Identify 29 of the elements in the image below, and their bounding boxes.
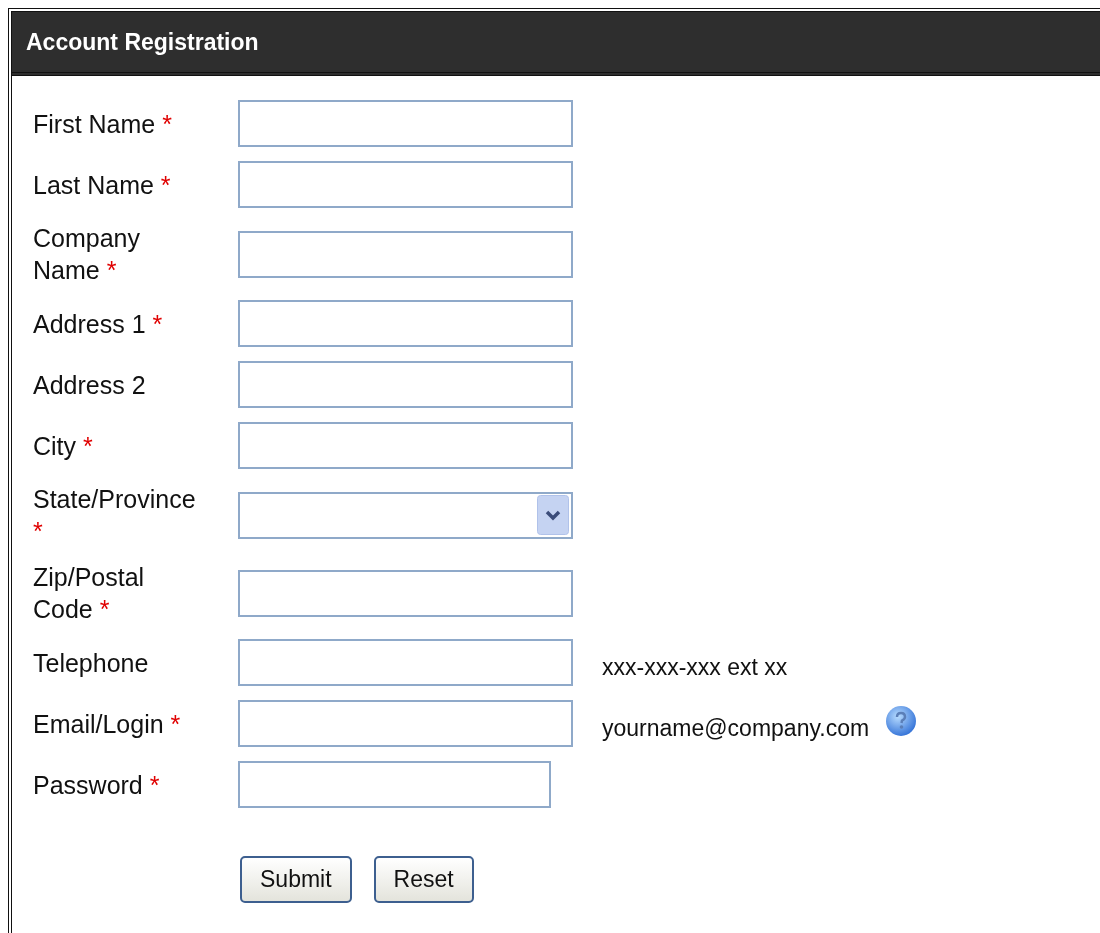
help-icon[interactable] — [885, 704, 918, 737]
input-field[interactable] — [238, 100, 573, 147]
input-field[interactable] — [238, 700, 573, 747]
field-label: City * — [33, 430, 94, 462]
chevron-down-icon — [537, 495, 569, 535]
format-hint: xxx-xxx-xxx ext xx — [602, 653, 788, 683]
input-field[interactable] — [238, 569, 573, 617]
password-field[interactable] — [238, 761, 551, 808]
field-label: Last Name * — [33, 169, 172, 201]
field-label: Zip/Postal Code * — [33, 562, 146, 625]
format-hint: yourname@company.com — [602, 714, 870, 744]
input-field[interactable] — [238, 300, 573, 347]
field-label: Address 2 — [33, 369, 147, 401]
input-field[interactable] — [238, 230, 573, 278]
input-field[interactable] — [238, 361, 573, 408]
field-label: First Name * — [33, 108, 173, 140]
field-label: Address 1 * — [33, 308, 164, 340]
field-label: Password * — [33, 769, 161, 801]
field-label: Company Name * — [33, 223, 141, 286]
state-dropdown[interactable] — [238, 491, 573, 539]
input-field[interactable] — [238, 161, 573, 208]
input-field[interactable] — [238, 422, 573, 469]
reset-button[interactable]: Reset — [373, 856, 474, 903]
field-label: Email/Login * — [33, 708, 182, 740]
submit-button[interactable]: Submit — [240, 856, 352, 903]
field-label: Telephone — [33, 647, 150, 679]
form-title: Account Registration — [26, 27, 259, 57]
field-label: State/Province * — [33, 484, 197, 547]
input-field[interactable] — [238, 639, 573, 686]
